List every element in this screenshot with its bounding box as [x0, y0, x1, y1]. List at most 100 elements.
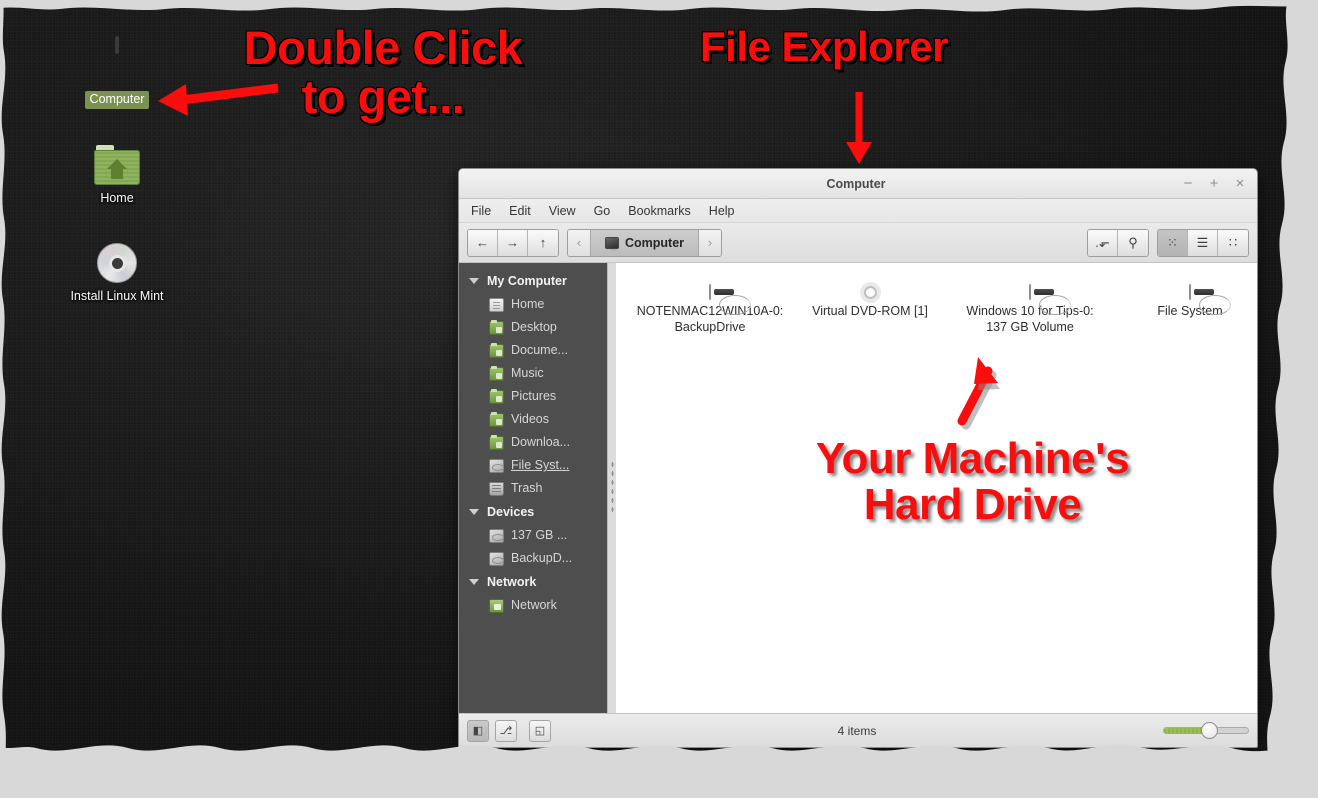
search-icon[interactable]: ⚲ — [1118, 229, 1148, 256]
status-bar: ◧ ⎇ ◱ 4 items — [459, 713, 1257, 747]
folder-icon — [489, 319, 504, 335]
trash-icon — [489, 481, 504, 496]
sidebar-item-137gb-volume[interactable]: 137 GB ... — [459, 524, 607, 547]
file-item-backupdrive[interactable]: NOTENMAC12WIN10A-0: BackupDrive — [630, 281, 790, 335]
desktop-background: Computer Home Install Linux Mint Compute… — [0, 0, 1318, 798]
annotation-double-click: Double Click to get... — [243, 21, 523, 123]
toggle-extra-pane-button[interactable]: ◱ — [529, 719, 551, 742]
chevron-down-icon — [469, 278, 479, 284]
sidebar-item-backupdrive[interactable]: BackupD... — [459, 547, 607, 570]
annotation-hard-drive: Your Machine's Hard Drive — [815, 434, 1130, 529]
annotation-file-explorer: File Explorer — [700, 23, 948, 70]
close-button[interactable]: × — [1227, 169, 1253, 199]
menu-item-bookmarks[interactable]: Bookmarks — [626, 203, 693, 219]
toggle-tree-sidebar-button[interactable]: ⎇ — [495, 719, 517, 742]
view-list-button[interactable]: ☰ — [1188, 229, 1218, 256]
splitter-grip-icon — [610, 460, 614, 516]
sidebar-item-desktop[interactable]: Desktop — [459, 316, 607, 339]
sidebar-splitter-handle[interactable] — [607, 263, 616, 713]
sidebar-item-pictures[interactable]: Pictures — [459, 385, 607, 408]
file-item-windows-10-volume[interactable]: Windows 10 for Tips-0: 137 GB Volume — [950, 281, 1110, 335]
sidebar-item-label: 137 GB ... — [511, 528, 568, 542]
zoom-slider[interactable] — [1163, 720, 1249, 742]
network-icon — [489, 598, 504, 613]
minimize-button[interactable]: − — [1175, 169, 1201, 199]
forward-button[interactable]: → — [498, 229, 528, 256]
back-button[interactable]: ← — [468, 229, 498, 256]
toggle-places-sidebar-button[interactable]: ◧ — [467, 719, 489, 742]
sidebar-item-home[interactable]: Home — [459, 293, 607, 316]
hard-disk-icon — [1189, 284, 1191, 300]
home-folder-icon — [94, 145, 140, 185]
breadcrumb-prev-button[interactable]: ‹ — [568, 229, 590, 256]
breadcrumb-next-button[interactable]: › — [699, 229, 722, 256]
breadcrumb-label: Computer — [625, 235, 685, 250]
menu-item-file[interactable]: File — [469, 203, 493, 219]
sidebar-item-trash[interactable]: Trash — [459, 477, 607, 500]
sidebar-section-my-computer[interactable]: My Computer — [459, 269, 607, 293]
folder-icon — [489, 411, 504, 427]
navigation-toolbar: ← → ↑ ‹ Computer › .⬐ ⚲ ⁙ ☰ ∷ — [459, 223, 1257, 263]
sidebar-item-network[interactable]: Network — [459, 594, 607, 617]
menu-item-view[interactable]: View — [547, 203, 578, 219]
window-titlebar[interactable]: Computer − + × — [459, 169, 1257, 199]
places-sidebar: My Computer Home Desktop Docume... Music — [459, 263, 607, 713]
sidebar-item-label: Pictures — [511, 389, 557, 403]
menu-bar: File Edit View Go Bookmarks Help — [459, 199, 1257, 223]
zoom-slider-handle[interactable] — [1201, 721, 1218, 739]
sidebar-item-label: Network — [511, 598, 557, 612]
sidebar-section-label: My Computer — [487, 274, 567, 288]
computer-monitor-icon — [605, 236, 619, 251]
status-item-count: 4 items — [837, 723, 877, 738]
computer-monitor-icon — [89, 36, 145, 86]
sidebar-item-file-system[interactable]: File Syst... — [459, 454, 607, 477]
sidebar-item-label: Docume... — [511, 343, 568, 357]
sidebar-item-documents[interactable]: Docume... — [459, 339, 607, 362]
menu-item-edit[interactable]: Edit — [507, 203, 533, 219]
file-item-label: File System — [1157, 304, 1223, 318]
view-icon-button[interactable]: ⁙ — [1158, 229, 1188, 256]
disk-icon — [489, 528, 504, 543]
file-grid: NOTENMAC12WIN10A-0: BackupDrive Virtual … — [616, 281, 1257, 335]
breadcrumb-item-computer[interactable]: Computer — [590, 229, 700, 256]
file-item-virtual-dvd-rom[interactable]: Virtual DVD-ROM [1] — [790, 281, 950, 335]
sidebar-item-label: Downloa... — [511, 435, 571, 449]
path-entry-toggle-button[interactable]: .⬐ — [1088, 229, 1118, 256]
sidebar-item-label: Home — [511, 297, 545, 311]
menu-item-help[interactable]: Help — [707, 203, 737, 219]
dvd-disc-icon — [869, 284, 871, 300]
menu-item-go[interactable]: Go — [592, 203, 613, 219]
sidebar-section-label: Network — [487, 575, 537, 589]
desktop-icon-install-linux-mint[interactable]: Install Linux Mint — [58, 243, 176, 306]
sidebar-item-videos[interactable]: Videos — [459, 408, 607, 431]
hard-disk-icon — [709, 284, 711, 300]
chevron-down-icon — [469, 509, 479, 515]
desktop-icon-computer[interactable]: Computer — [58, 36, 176, 109]
desktop-icon-label: Computer — [84, 91, 150, 109]
desktop-icon-home[interactable]: Home — [58, 145, 176, 208]
folder-icon — [489, 365, 504, 381]
up-button[interactable]: ↑ — [528, 229, 558, 256]
view-compact-button[interactable]: ∷ — [1218, 229, 1248, 256]
sidebar-item-music[interactable]: Music — [459, 362, 607, 385]
folder-icon — [489, 434, 504, 450]
chevron-down-icon — [469, 579, 479, 585]
disk-icon — [489, 551, 504, 566]
sidebar-item-label: Desktop — [511, 320, 557, 334]
sidebar-section-network[interactable]: Network — [459, 570, 607, 594]
cd-disc-icon — [97, 243, 137, 283]
disk-icon — [489, 458, 504, 473]
file-item-label: Windows 10 for Tips-0: 137 GB Volume — [966, 304, 1094, 334]
path-search-group: .⬐ ⚲ — [1087, 228, 1149, 257]
sidebar-item-label: File Syst... — [511, 458, 570, 472]
view-mode-group: ⁙ ☰ ∷ — [1157, 228, 1249, 257]
maximize-button[interactable]: + — [1201, 169, 1227, 199]
sidebar-section-devices[interactable]: Devices — [459, 500, 607, 524]
file-item-file-system[interactable]: File System — [1110, 281, 1257, 335]
file-item-label: NOTENMAC12WIN10A-0: BackupDrive — [636, 304, 784, 334]
sidebar-item-downloads[interactable]: Downloa... — [459, 431, 607, 454]
zoom-slider-fill — [1164, 727, 1206, 734]
file-item-label: Virtual DVD-ROM [1] — [812, 304, 928, 318]
folder-icon — [489, 388, 504, 404]
window-title: Computer — [826, 176, 886, 191]
